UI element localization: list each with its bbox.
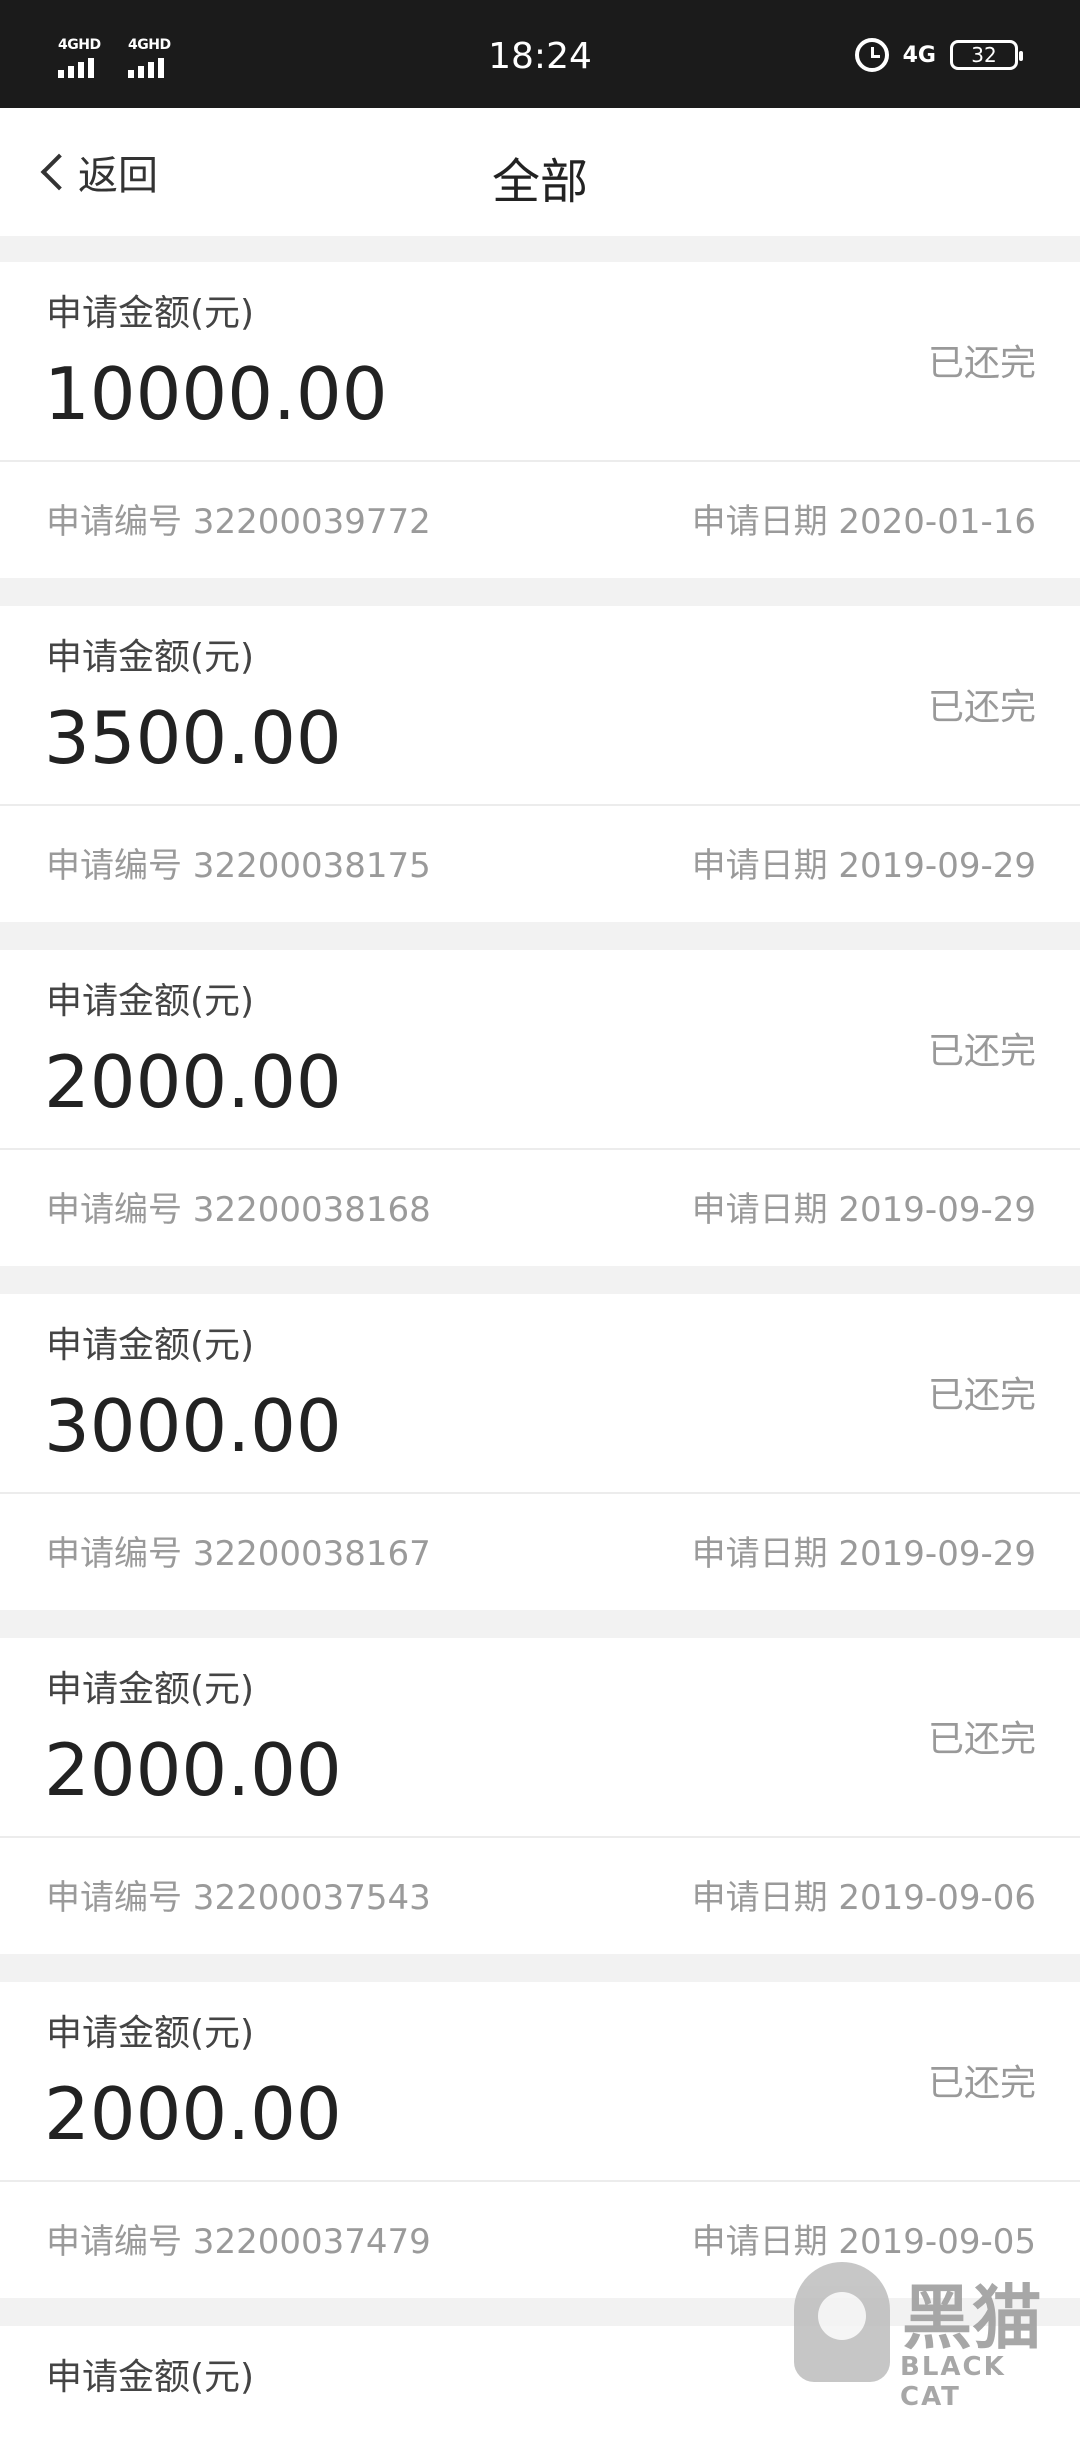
status-badge: 已还完	[928, 334, 1036, 386]
amount-label: 申请金额(元)	[46, 1316, 254, 1368]
list-item[interactable]: 申请金额(元) 2000.00 已还完 申请编号 32200038168 申请日…	[0, 950, 1080, 1266]
amount-value: 2000.00	[44, 2072, 342, 2156]
apply-number: 申请编号 32200038168	[46, 1182, 431, 1231]
watermark-logo: 黑猫 BLACK CAT	[794, 2262, 1064, 2392]
amount-value: 10000.00	[44, 352, 388, 436]
divider	[0, 804, 1080, 806]
apply-number: 申请编号 32200037479	[46, 2214, 431, 2263]
apply-number: 申请编号 32200037543	[46, 1870, 431, 1919]
network-type: 4G	[903, 43, 936, 68]
watermark-subtext: BLACK CAT	[900, 2352, 1064, 2412]
status-badge: 已还完	[928, 1710, 1036, 1762]
apply-number: 申请编号 32200039772	[46, 494, 431, 543]
battery-icon: 32	[950, 40, 1018, 70]
amount-value: 2000.00	[44, 1040, 342, 1124]
amount-label: 申请金额(元)	[46, 284, 254, 336]
amount-label: 申请金额(元)	[46, 1660, 254, 1712]
divider	[0, 460, 1080, 462]
list-item[interactable]: 申请金额(元) 3500.00 已还完 申请编号 32200038175 申请日…	[0, 606, 1080, 922]
apply-date: 申请日期 2019-09-29	[692, 1182, 1036, 1231]
amount-value: 3000.00	[44, 1384, 342, 1468]
list-item[interactable]: 申请金额(元) 10000.00 已还完 申请编号 32200039772 申请…	[0, 262, 1080, 578]
record-list: 申请金额(元) 10000.00 已还完 申请编号 32200039772 申请…	[0, 262, 1080, 2446]
divider	[0, 1836, 1080, 1838]
list-item[interactable]: 申请金额(元) 3000.00 已还完 申请编号 32200038167 申请日…	[0, 1294, 1080, 1610]
status-bar: 4GHD 4GHD 18:24 4G 32	[0, 0, 1080, 108]
status-badge: 已还完	[928, 1366, 1036, 1418]
status-icons: 4G 32	[855, 38, 1018, 72]
apply-date: 申请日期 2020-01-16	[692, 494, 1036, 543]
alarm-icon	[855, 38, 889, 72]
apply-number: 申请编号 32200038175	[46, 838, 431, 887]
apply-number: 申请编号 32200038167	[46, 1526, 431, 1575]
amount-value: 2000.00	[44, 1728, 342, 1812]
apply-date: 申请日期 2019-09-05	[692, 2214, 1036, 2263]
list-item[interactable]: 申请金额(元) 2000.00 已还完 申请编号 32200037479 申请日…	[0, 1982, 1080, 2298]
divider	[0, 1492, 1080, 1494]
apply-date: 申请日期 2019-09-06	[692, 1870, 1036, 1919]
status-badge: 已还完	[928, 2054, 1036, 2106]
apply-date: 申请日期 2019-09-29	[692, 1526, 1036, 1575]
apply-date: 申请日期 2019-09-29	[692, 838, 1036, 887]
status-badge: 已还完	[928, 1022, 1036, 1074]
amount-label: 申请金额(元)	[46, 2348, 254, 2400]
amount-label: 申请金额(元)	[46, 628, 254, 680]
amount-value: 3500.00	[44, 696, 342, 780]
nav-bar: 返回 全部	[0, 108, 1080, 236]
amount-label: 申请金额(元)	[46, 972, 254, 1024]
divider	[0, 1148, 1080, 1150]
list-item[interactable]: 申请金额(元) 2000.00 已还完 申请编号 32200037543 申请日…	[0, 1638, 1080, 1954]
status-badge: 已还完	[928, 678, 1036, 730]
page-title: 全部	[0, 142, 1080, 212]
cat-shield-icon	[794, 2262, 890, 2382]
watermark-text: 黑猫	[902, 2262, 1042, 2363]
divider	[0, 2180, 1080, 2182]
amount-label: 申请金额(元)	[46, 2004, 254, 2056]
